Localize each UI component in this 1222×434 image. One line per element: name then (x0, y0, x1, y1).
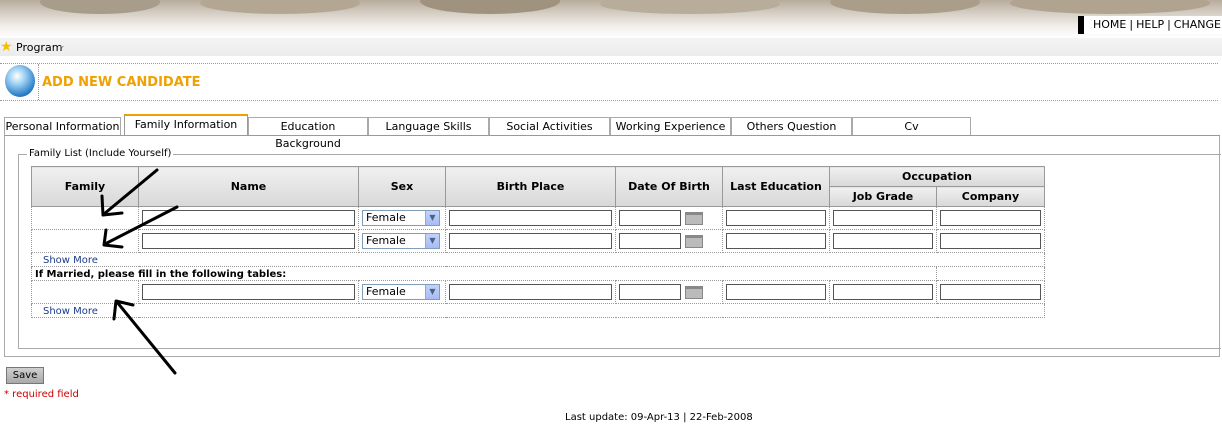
page-header: ADD NEW CANDIDATE (0, 63, 1218, 101)
date-of-birth-input[interactable] (619, 233, 681, 249)
banner-rock (420, 0, 560, 14)
table-row: Show More (31, 303, 1045, 318)
last-education-input[interactable] (726, 210, 826, 226)
sex-select[interactable]: Female ▼ (362, 284, 440, 300)
help-link[interactable]: HELP (1136, 18, 1164, 31)
chevron-down-icon[interactable]: ▼ (425, 234, 439, 248)
change-password-link[interactable]: CHANGE P (1174, 18, 1222, 31)
header-last-education: Last Education (722, 166, 830, 207)
chevron-down-icon[interactable]: ⌄ (58, 41, 66, 51)
date-of-birth-input[interactable] (619, 210, 681, 226)
header-family: Family (31, 166, 139, 207)
footer-last-update: Last update: 09-Apr-13 | 22-Feb-2008 (565, 412, 753, 423)
banner-rock (40, 0, 160, 14)
header-sex: Sex (358, 166, 446, 207)
home-link[interactable]: HOME (1093, 18, 1126, 31)
company-input[interactable] (940, 284, 1041, 300)
empty-cell (936, 266, 1045, 281)
chevron-down-icon[interactable]: ▼ (425, 211, 439, 225)
name-input[interactable] (142, 210, 355, 226)
job-grade-input[interactable] (833, 233, 933, 249)
tab-language-skills[interactable]: Language Skills (368, 117, 489, 135)
family-cell (31, 206, 139, 230)
menu-bar: ★ Program ⌄ (0, 38, 1222, 56)
header-date-of-birth: Date Of Birth (615, 166, 723, 207)
company-input[interactable] (940, 210, 1041, 226)
table-row: If Married, please fill in the following… (31, 266, 1045, 281)
married-note: If Married, please fill in the following… (35, 269, 287, 280)
banner-rock (830, 0, 980, 14)
program-menu[interactable]: Program (16, 41, 62, 54)
globe-icon (5, 65, 35, 97)
calendar-icon[interactable] (685, 285, 703, 299)
table-row: Female ▼ (31, 206, 1045, 230)
family-cell (31, 280, 139, 304)
last-education-input[interactable] (726, 233, 826, 249)
page-title: ADD NEW CANDIDATE (42, 75, 201, 90)
nav-separator: | (1167, 18, 1171, 31)
tab-education-background[interactable]: Education Background (248, 117, 368, 150)
family-table: Family Name Sex Birth Place Date Of Birt… (31, 166, 1045, 318)
header-birth-place: Birth Place (445, 166, 616, 207)
tab-family-information[interactable]: Family Information (124, 114, 248, 136)
date-of-birth-input[interactable] (619, 284, 681, 300)
header-divider (38, 64, 39, 100)
company-input[interactable] (940, 233, 1041, 249)
sex-select[interactable]: Female ▼ (362, 233, 440, 249)
job-grade-input[interactable] (833, 284, 933, 300)
header-name: Name (138, 166, 359, 207)
calendar-icon[interactable] (685, 234, 703, 248)
top-nav: HOME|HELP|CHANGE P (1078, 16, 1222, 34)
tab-others-question[interactable]: Others Question (731, 117, 852, 135)
name-input[interactable] (142, 284, 355, 300)
nav-separator: | (1129, 18, 1134, 31)
star-icon: ★ (0, 39, 13, 55)
name-input[interactable] (142, 233, 355, 249)
table-row: Show More (31, 252, 1045, 267)
birth-place-input[interactable] (449, 233, 612, 249)
birth-place-input[interactable] (449, 284, 612, 300)
banner-rock (1010, 0, 1210, 14)
header-occupation: Occupation (829, 166, 1045, 187)
sex-select-value: Female (366, 211, 406, 224)
calendar-icon[interactable] (685, 211, 703, 225)
banner-rock (200, 0, 360, 14)
tab-cv[interactable]: Cv (852, 117, 971, 135)
tab-working-experience[interactable]: Working Experience (610, 117, 731, 135)
show-more-link[interactable]: Show More (35, 255, 98, 266)
birth-place-input[interactable] (449, 210, 612, 226)
job-grade-input[interactable] (833, 210, 933, 226)
banner-rock (600, 0, 780, 14)
sex-select-value: Female (366, 234, 406, 247)
table-row: Female ▼ (31, 229, 1045, 253)
save-button[interactable]: Save (6, 367, 44, 384)
fieldset-legend: Family List (Include Yourself) (27, 148, 174, 159)
top-banner: HOME|HELP|CHANGE P (0, 0, 1222, 38)
header-company: Company (936, 186, 1045, 207)
show-more-link[interactable]: Show More (35, 306, 98, 317)
tab-social-activities[interactable]: Social Activities (489, 117, 610, 135)
tab-personal-information[interactable]: Personal Information (4, 117, 121, 135)
family-cell (31, 229, 139, 253)
header-job-grade: Job Grade (829, 186, 937, 207)
sex-select-value: Female (366, 285, 406, 298)
chevron-down-icon[interactable]: ▼ (425, 285, 439, 299)
last-education-input[interactable] (726, 284, 826, 300)
table-row: Female ▼ (31, 280, 1045, 304)
sex-select[interactable]: Female ▼ (362, 210, 440, 226)
required-field-note: * required field (4, 389, 79, 400)
